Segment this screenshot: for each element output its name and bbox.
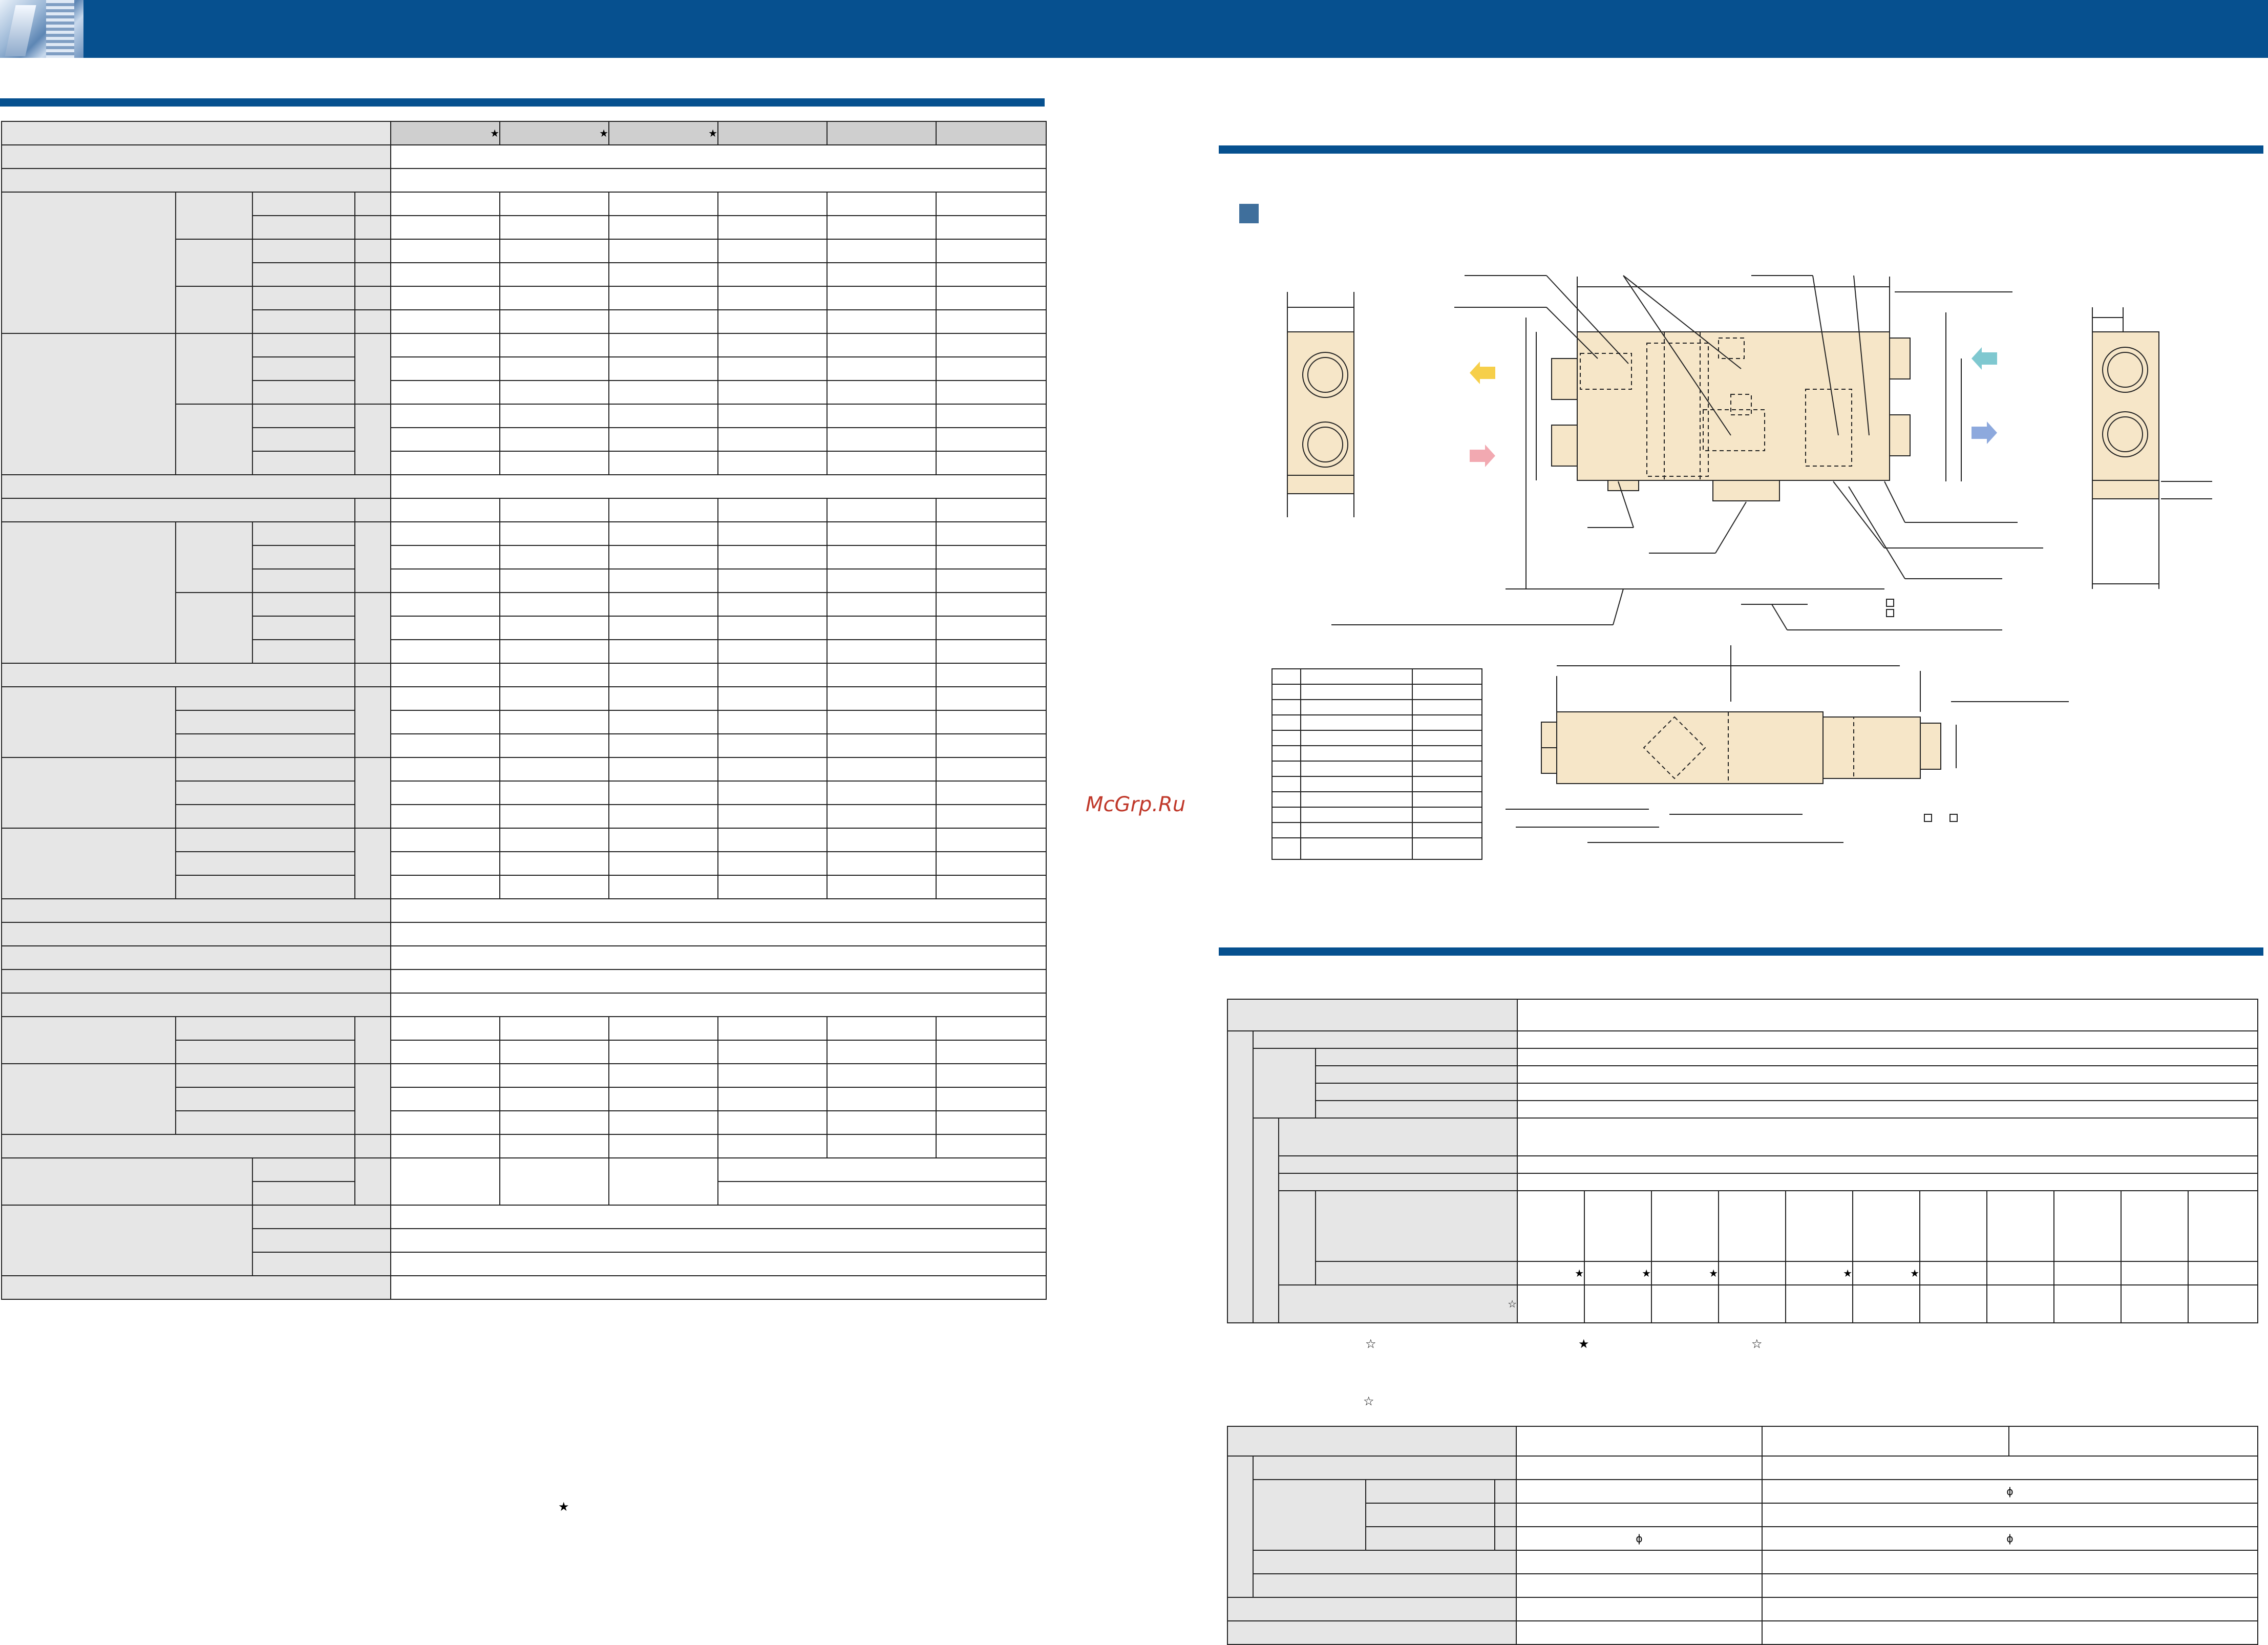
main-view-body	[1577, 331, 1890, 481]
table-header-row: ★ ★ ★	[1, 121, 1047, 145]
section-square-marker	[1239, 204, 1259, 223]
note-star-outline: ☆	[1751, 1337, 1763, 1351]
star-mark: ★	[1584, 1261, 1652, 1285]
star-mark: ★	[1517, 1261, 1585, 1285]
footnote-star: ★	[558, 1500, 569, 1514]
phi-mark: ϕ	[1516, 1526, 1763, 1551]
star-mark: ★	[1785, 1261, 1853, 1285]
watermark: McGrp.Ru	[1086, 793, 1186, 816]
dimension-section-rule	[1219, 145, 2263, 154]
building-photo	[0, 0, 83, 58]
header-bar	[0, 0, 2268, 58]
airflow-arrow-icon	[1972, 347, 1997, 370]
note-star: ★	[1578, 1337, 1589, 1351]
front-view-body	[1287, 331, 1354, 476]
side-view-body	[2092, 331, 2159, 481]
options-table: ★ ★ ★ ★ ★ ☆	[1227, 999, 2259, 1323]
note-star-outline: ☆	[1365, 1337, 1376, 1351]
spec-table: ★ ★ ★	[1, 121, 1047, 1300]
accessory-table: ϕ ϕϕ	[1227, 1426, 2258, 1645]
note-star-outline: ☆	[1363, 1394, 1374, 1408]
options-section-rule	[1219, 947, 2263, 956]
airflow-arrow-icon	[1470, 445, 1495, 467]
dimension-drawing	[1271, 275, 2212, 860]
phi-mark: ϕ	[1762, 1526, 2258, 1551]
lower-view-body	[1556, 711, 1824, 784]
star-mark: ★	[608, 121, 718, 145]
star-mark: ★	[390, 121, 500, 145]
left-section-rule	[0, 98, 1045, 107]
star-outline-mark: ☆	[1278, 1284, 1518, 1323]
phi-mark: ϕ	[1762, 1479, 2258, 1504]
star-mark: ★	[1651, 1261, 1719, 1285]
star-mark: ★	[499, 121, 609, 145]
airflow-arrow-icon	[1470, 362, 1495, 384]
airflow-arrow-icon	[1972, 421, 1997, 444]
star-mark: ★	[1852, 1261, 1920, 1285]
